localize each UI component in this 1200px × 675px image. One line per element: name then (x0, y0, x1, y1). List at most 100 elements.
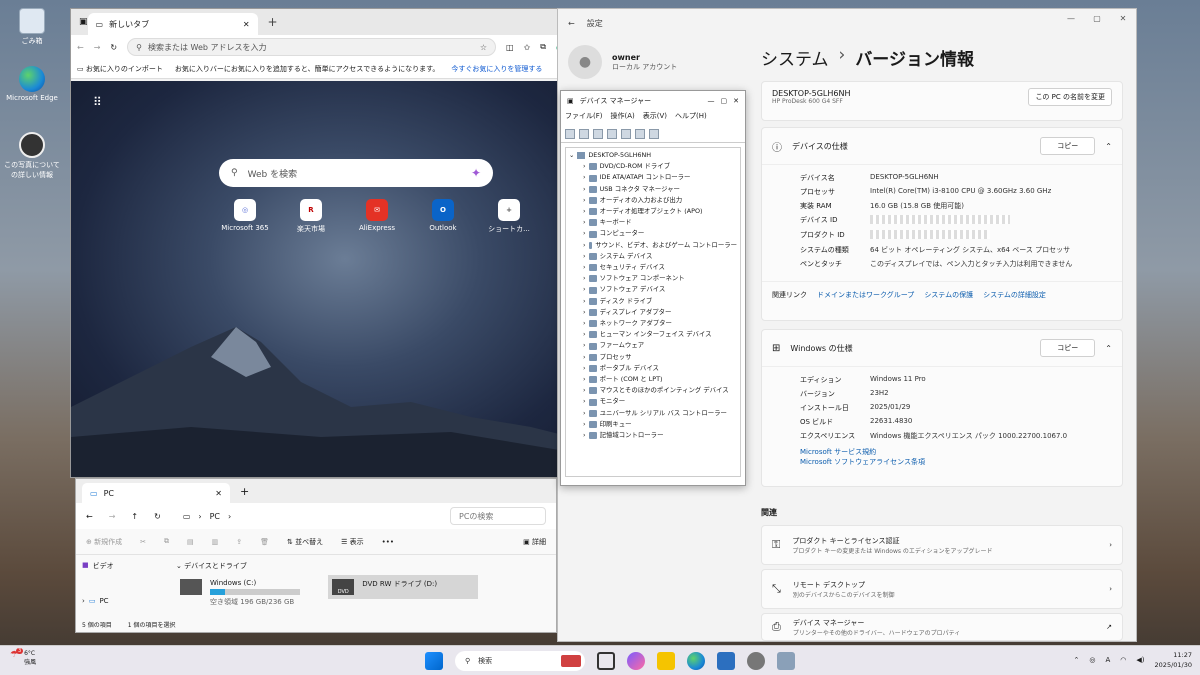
chevron-right-icon[interactable]: › (583, 307, 586, 318)
collections-icon[interactable]: ⧉ (540, 42, 546, 52)
monitor-icon[interactable] (649, 128, 659, 139)
edge-icon[interactable] (687, 652, 705, 670)
related-device-manager[interactable]: ⎙ デバイス マネージャー プリンターやその他のドライバー、ハードウェアのプロパテ… (761, 613, 1123, 641)
chevron-up-icon[interactable]: ⌃ (1105, 142, 1112, 151)
breadcrumb-system[interactable]: システム (761, 45, 829, 70)
chevron-right-icon[interactable]: › (583, 161, 586, 172)
chevron-right-icon[interactable]: › (583, 408, 586, 419)
device-category[interactable]: › ディスプレイ アダプター (569, 307, 737, 318)
web-search-box[interactable]: ⚲ Web を検索 ✦ (219, 159, 493, 187)
chevron-right-icon[interactable]: › (583, 184, 586, 195)
clock[interactable]: 11:27 2025/01/30 (1155, 650, 1192, 670)
device-category[interactable]: › ネットワーク アダプター (569, 318, 737, 329)
device-spec-header[interactable]: ⓘ デバイスの仕様 コピー ⌃ (762, 128, 1122, 164)
desktop-icon-recycle-bin[interactable]: ごみ箱 (4, 8, 60, 46)
favorite-star-icon[interactable]: ☆ (480, 43, 487, 52)
chevron-right-icon[interactable]: › (583, 396, 586, 407)
wifi-icon[interactable]: ◠ (1120, 656, 1126, 664)
device-category[interactable]: › セキュリティ デバイス (569, 262, 737, 273)
quicklink-aliexpress[interactable]: ✉ AliExpress (353, 199, 401, 234)
browser-tab[interactable]: ▭ 新しいタブ ✕ (87, 13, 258, 35)
chevron-right-icon[interactable]: › (583, 206, 586, 217)
maximize-icon[interactable]: ▢ (721, 97, 728, 105)
chevron-right-icon[interactable]: › (583, 385, 586, 396)
device-category[interactable]: › キーボード (569, 217, 737, 228)
back-icon[interactable] (565, 128, 575, 139)
volume-icon[interactable]: ◀) (1136, 656, 1144, 664)
chevron-right-icon[interactable]: › (583, 262, 586, 273)
device-category[interactable]: › プロセッサ (569, 352, 737, 363)
close-tab-icon[interactable]: ✕ (215, 489, 222, 498)
device-category[interactable]: › ソフトウェア デバイス (569, 284, 737, 295)
file-explorer-icon[interactable] (657, 652, 675, 670)
device-category[interactable]: › IDE ATA/ATAPI コントローラー (569, 172, 737, 183)
windows-spec-header[interactable]: ⊞ Windows の仕様 コピー ⌃ (762, 330, 1122, 366)
user-profile[interactable]: ● owner ローカル アカウント (568, 45, 677, 79)
device-category[interactable]: › ディスク ドライブ (569, 296, 737, 307)
more-button[interactable]: ••• (382, 538, 394, 546)
forward-icon[interactable]: → (109, 512, 116, 521)
tree-root[interactable]: ⌄ DESKTOP-5GLH6NH (569, 150, 737, 161)
chevron-right-icon[interactable]: › (583, 195, 586, 206)
link-license-terms[interactable]: Microsoft ソフトウェアライセンス条項 (800, 458, 925, 466)
device-category[interactable]: › ユニバーサル シリアル バス コントローラー (569, 408, 737, 419)
chevron-right-icon[interactable]: › (583, 228, 586, 239)
related-product-key[interactable]: ⚿ プロダクト キーとライセンス認証 プロダクト キーの変更または Windows… (761, 525, 1123, 565)
chevron-right-icon[interactable]: › (82, 597, 85, 605)
chevron-right-icon[interactable]: › (583, 240, 586, 251)
refresh-icon[interactable]: ↻ (154, 512, 161, 521)
device-category[interactable]: › オーディオの入力および出力 (569, 195, 737, 206)
menu-file[interactable]: ファイル(F) (565, 111, 603, 125)
chevron-right-icon[interactable]: › (583, 340, 586, 351)
favorites-icon[interactable]: ✩ (524, 43, 531, 52)
network-icon[interactable]: ◎ (1089, 656, 1095, 664)
new-tab-button[interactable]: + (240, 485, 249, 498)
link-advanced-settings[interactable]: システムの詳細設定 (983, 290, 1046, 300)
new-button[interactable]: ⊕ 新規作成 (86, 537, 122, 547)
menu-action[interactable]: 操作(A) (611, 111, 635, 125)
link-service-agreement[interactable]: Microsoft サービス規約 (800, 448, 876, 456)
forward-icon[interactable] (579, 128, 589, 139)
device-category[interactable]: › オーディオ処理オブジェクト (APO) (569, 206, 737, 217)
copy-button[interactable]: コピー (1040, 339, 1096, 357)
close-icon[interactable]: ✕ (733, 97, 739, 105)
link-domain-workgroup[interactable]: ドメインまたはワークグループ (817, 290, 914, 300)
device-category[interactable]: › ヒューマン インターフェイス デバイス (569, 329, 737, 340)
share-icon[interactable]: ⇪ (236, 538, 242, 546)
settings-gear-icon[interactable] (747, 652, 765, 670)
device-category[interactable]: › サウンド、ビデオ、およびゲーム コントローラー (569, 240, 737, 251)
weather-widget[interactable]: ☂ 6°C 強風 3 (10, 648, 36, 666)
desktop-icon-edge[interactable]: Microsoft Edge (4, 66, 60, 102)
menu-view[interactable]: 表示(V) (643, 111, 667, 125)
sort-button[interactable]: ⇅ 並べ替え (287, 537, 323, 547)
back-icon[interactable]: ← (77, 43, 84, 52)
taskbar-search[interactable]: ⚲ 検索 (455, 651, 585, 671)
tab-actions-icon[interactable]: ▣ (79, 17, 88, 27)
group-header[interactable]: ⌄ デバイスとドライブ (176, 561, 551, 571)
device-category[interactable]: › ソフトウェア コンポーネント (569, 273, 737, 284)
nav-item-pc[interactable]: › ▭ PC (82, 597, 166, 605)
properties-icon[interactable] (593, 128, 603, 139)
manage-favorites-link[interactable]: 今すぐお気に入りを管理する (451, 64, 542, 74)
cut-icon[interactable]: ✂ (140, 538, 146, 546)
copilot-icon[interactable]: ✦ (471, 166, 481, 180)
device-category[interactable]: › 印刷キュー (569, 419, 737, 430)
device-category[interactable]: › システム デバイス (569, 251, 737, 262)
device-category[interactable]: › マウスとそのほかのポインティング デバイス (569, 385, 737, 396)
close-icon[interactable]: ✕ (1110, 9, 1136, 29)
link-system-protection[interactable]: システムの保護 (924, 290, 973, 300)
chevron-up-icon[interactable]: ⌃ (1074, 656, 1080, 664)
explorer-search-input[interactable]: PCの検索 (450, 507, 546, 525)
device-category[interactable]: › ポート (COM と LPT) (569, 374, 737, 385)
related-remote-desktop[interactable]: ⤡ リモート デスクトップ 別のデバイスからこのデバイスを制御 › (761, 569, 1123, 609)
maximize-icon[interactable]: ▢ (1084, 9, 1110, 29)
back-icon[interactable]: ← (568, 19, 575, 28)
close-tab-icon[interactable]: ✕ (243, 20, 250, 29)
chevron-right-icon[interactable]: › (583, 329, 586, 340)
minimize-icon[interactable]: — (1058, 9, 1084, 29)
chevron-right-icon[interactable]: › (583, 352, 586, 363)
chevron-right-icon[interactable]: › (583, 374, 586, 385)
help-icon[interactable] (607, 128, 617, 139)
copilot-icon[interactable] (627, 652, 645, 670)
rename-icon[interactable]: ▥ (212, 538, 219, 546)
